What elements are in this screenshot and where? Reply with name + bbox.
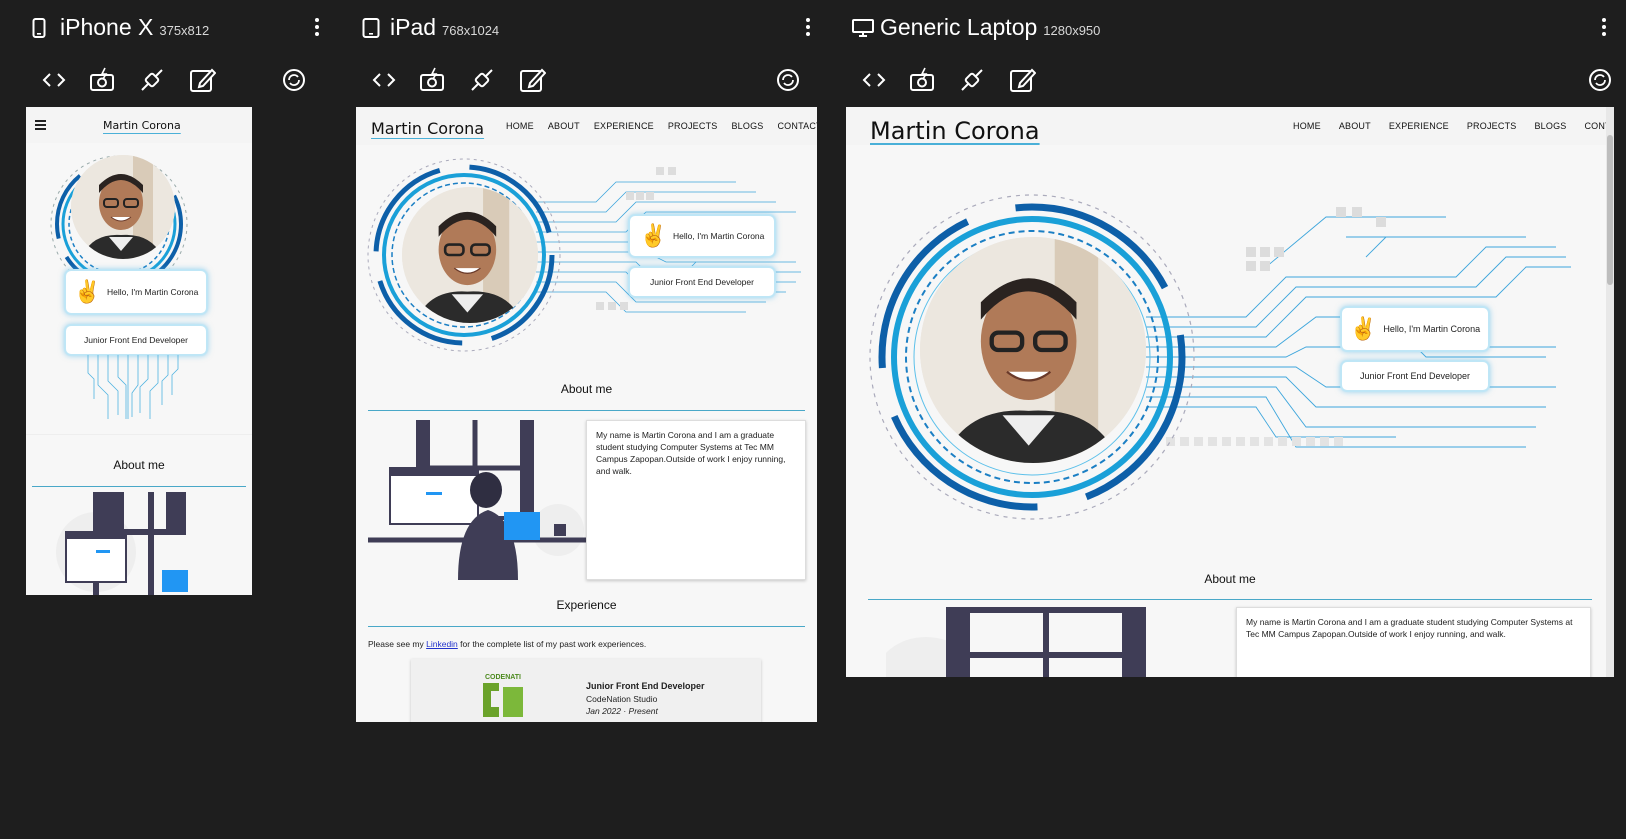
device-size: 768x1024 (442, 23, 500, 38)
profile-photo (402, 187, 538, 323)
section-divider (368, 626, 805, 627)
section-divider (868, 599, 1592, 600)
about-text-card: My name is Martin Corona and I am a grad… (1236, 607, 1591, 677)
role-text: Junior Front End Developer (84, 335, 188, 345)
about-section-title: About me (1204, 572, 1256, 586)
about-section-title: About me (113, 458, 165, 472)
brand-logo[interactable]: Martin Corona (870, 117, 1040, 145)
section-divider (32, 486, 246, 487)
greeting-bubble: ✌ Hello, I'm Martin Corona (64, 269, 208, 315)
device-header: iPad 768x1024 (356, 14, 499, 41)
more-options-icon[interactable] (315, 18, 319, 39)
iphone-viewport: Martin Corona ✌ Hello, I'm Martin Corona… (26, 107, 252, 595)
profile-photo (920, 237, 1146, 463)
nav-blogs[interactable]: BLOGS (1534, 121, 1566, 131)
camera-icon[interactable] (908, 66, 936, 94)
plug-icon[interactable] (138, 66, 166, 94)
section-divider (368, 410, 805, 411)
greeting-bubble: ✌ Hello, I'm Martin Corona (1340, 306, 1490, 352)
edit-icon[interactable] (518, 66, 546, 94)
company-logo: CODENATI (477, 669, 529, 721)
rotate-icon[interactable] (774, 66, 802, 94)
role-text: Junior Front End Developer (1359, 371, 1471, 381)
circuit-lines-graphic (87, 355, 179, 419)
rotate-icon[interactable] (280, 66, 308, 94)
about-illustration (56, 492, 188, 595)
brand-logo[interactable]: Martin Corona (371, 119, 484, 138)
greeting-text: Hello, I'm Martin Corona (673, 231, 765, 241)
nav-experience[interactable]: EXPERIENCE (1389, 121, 1449, 131)
role-bubble: Junior Front End Developer (64, 324, 208, 356)
job-title: Junior Front End Developer (586, 681, 705, 691)
greeting-bubble: ✌ Hello, I'm Martin Corona (628, 214, 776, 258)
job-period: Jan 2022 · Present (586, 706, 658, 716)
device-name: iPhone X (60, 14, 154, 40)
laptop-viewport: Martin Corona HOME ABOUT EXPERIENCE PROJ… (846, 107, 1614, 677)
peace-hand-icon: ✌ (1349, 316, 1378, 341)
about-text-card: My name is Martin Corona and I am a grad… (586, 420, 806, 580)
experience-intro: Please see my Linkedin for the complete … (368, 639, 646, 649)
linkedin-link[interactable]: Linkedin (426, 639, 458, 649)
nav-about[interactable]: ABOUT (548, 121, 580, 131)
peace-hand-icon: ✌ (639, 223, 668, 248)
camera-icon[interactable] (418, 66, 446, 94)
device-size: 1280x950 (1043, 23, 1101, 38)
phone-icon (32, 18, 46, 38)
nav-about[interactable]: ABOUT (1339, 121, 1371, 131)
role-bubble: Junior Front End Developer (1340, 360, 1490, 392)
role-text: Junior Front End Developer (650, 277, 754, 287)
nav-blogs[interactable]: BLOGS (731, 121, 763, 131)
plug-icon[interactable] (958, 66, 986, 94)
role-bubble: Junior Front End Developer (628, 266, 776, 298)
device-size: 375x812 (159, 23, 210, 38)
experience-section-title: Experience (556, 598, 617, 612)
about-illustration (886, 607, 1146, 677)
scrollbar-thumb[interactable] (1607, 135, 1613, 285)
edit-icon[interactable] (188, 66, 216, 94)
edit-icon[interactable] (1008, 66, 1036, 94)
more-options-icon[interactable] (806, 18, 810, 39)
nav-projects[interactable]: PROJECTS (668, 121, 718, 131)
plug-icon[interactable] (468, 66, 496, 94)
device-header: iPhone X 375x812 (26, 14, 209, 41)
site-navbar: Martin Corona (26, 107, 252, 143)
camera-icon[interactable] (88, 66, 116, 94)
greeting-text: Hello, I'm Martin Corona (107, 287, 199, 297)
hamburger-menu-icon[interactable] (35, 120, 46, 130)
about-section-title: About me (560, 382, 613, 396)
nav-projects[interactable]: PROJECTS (1467, 121, 1517, 131)
site-navbar: Martin Corona HOME ABOUT EXPERIENCE PROJ… (846, 107, 1614, 145)
job-company: CodeNation Studio (586, 694, 658, 704)
monitor-icon (852, 19, 874, 37)
about-illustration (368, 420, 588, 580)
scrollbar[interactable] (1606, 107, 1614, 677)
experience-intro-text: Please see my (368, 639, 427, 649)
ipad-viewport: Martin Corona HOME ABOUT EXPERIENCE PROJ… (356, 107, 817, 722)
code-icon[interactable] (860, 66, 888, 94)
more-options-icon[interactable] (1602, 18, 1606, 39)
logo-lettering: CODENATI (485, 674, 521, 681)
tablet-icon (362, 18, 380, 38)
code-icon[interactable] (40, 66, 68, 94)
peace-hand-icon: ✌ (73, 279, 102, 304)
device-header: Generic Laptop 1280x950 (846, 14, 1100, 41)
nav-menu: HOME ABOUT EXPERIENCE PROJECTS BLOGS CON… (1293, 121, 1614, 131)
device-name: iPad (390, 14, 437, 40)
nav-home[interactable]: HOME (1293, 121, 1321, 131)
brand-logo[interactable]: Martin Corona (103, 119, 181, 132)
job-card[interactable]: CODENATI Junior Front End Developer Code… (411, 659, 761, 722)
device-name: Generic Laptop (880, 14, 1038, 40)
nav-contact[interactable]: CONTACT (777, 121, 817, 131)
greeting-text: Hello, I'm Martin Corona (1383, 324, 1481, 334)
code-icon[interactable] (370, 66, 398, 94)
nav-home[interactable]: HOME (506, 121, 534, 131)
rotate-icon[interactable] (1586, 66, 1614, 94)
profile-photo (71, 155, 175, 259)
nav-menu: HOME ABOUT EXPERIENCE PROJECTS BLOGS CON… (506, 121, 817, 131)
site-navbar: Martin Corona HOME ABOUT EXPERIENCE PROJ… (356, 107, 817, 145)
experience-intro-text: for the complete list of my past work ex… (457, 639, 647, 649)
nav-experience[interactable]: EXPERIENCE (594, 121, 654, 131)
